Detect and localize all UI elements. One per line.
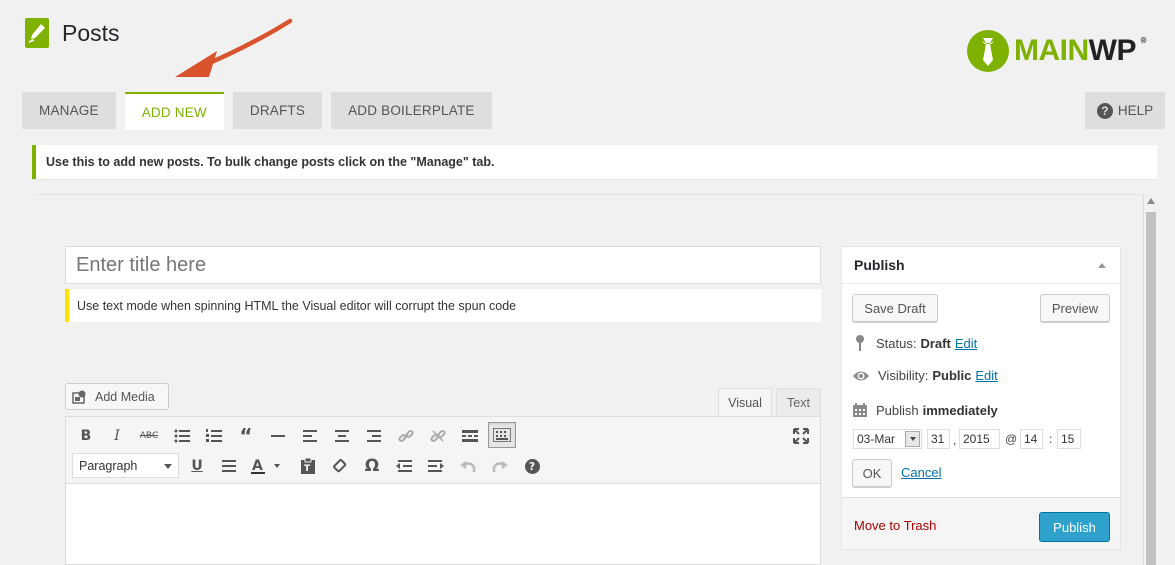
text-color-icon[interactable]: A [246,453,286,479]
annotation-arrow-icon [175,18,293,77]
schedule-row: Publish immediately [852,402,998,418]
collapse-arrow-icon[interactable] [1098,263,1106,268]
day-input[interactable]: 31 [927,429,950,449]
tab-add-new[interactable]: ADD NEW [124,92,224,130]
post-title-input[interactable]: Enter title here [65,246,821,284]
pen-icon [25,18,49,48]
toolbar-toggle-icon[interactable] [488,422,516,448]
format-select-value: Paragraph [79,458,138,473]
bold-icon[interactable]: B [73,423,99,449]
svg-text:A: A [252,458,263,474]
publish-button[interactable]: Publish [1039,512,1110,542]
registered-mark: ® [1140,36,1147,45]
page-title: Posts [62,19,120,46]
clear-formatting-icon[interactable] [327,453,353,479]
status-edit-link[interactable]: Edit [955,336,977,351]
info-notice: Use this to add new posts. To bulk chang… [32,145,1157,179]
hour-input[interactable]: 14 [1020,429,1043,449]
status-value: Draft [920,335,951,351]
time-separator: : [1049,432,1053,446]
special-character-icon[interactable]: Ω [359,453,385,479]
numbered-list-icon[interactable] [201,423,227,449]
fullscreen-icon[interactable] [788,423,814,449]
align-right-icon[interactable] [361,423,387,449]
date-separator: , [953,433,957,447]
move-to-trash-link[interactable]: Move to Trash [854,518,936,533]
undo-icon[interactable] [455,453,481,479]
ok-button[interactable]: OK [852,459,892,487]
visibility-value: Public [932,368,972,383]
svg-text:T: T [304,464,311,474]
strikethrough-icon[interactable]: ABC [136,423,162,449]
visibility-row: Visibility: Public Edit [852,368,998,383]
align-left-icon[interactable] [297,423,323,449]
media-icon [72,390,86,404]
scroll-up-arrow-icon[interactable] [1147,198,1155,204]
unlink-icon[interactable] [425,423,451,449]
logo-wp-text: WP [1088,34,1137,67]
tab-bar: MANAGE ADD NEW DRAFTS ADD BOILERPLATE [22,92,501,130]
at-separator: @ [1005,432,1018,446]
indent-icon[interactable] [423,453,449,479]
justify-icon[interactable] [216,453,242,479]
publish-footer: Move to Trash Publish [842,497,1120,549]
help-tab[interactable]: ? HELP [1085,92,1165,129]
underline-icon[interactable]: U [184,453,210,479]
status-row: Status: Draft Edit [852,334,977,352]
tab-drafts[interactable]: DRAFTS [232,92,323,129]
help-label: HELP [1117,103,1154,118]
bullet-list-icon[interactable] [169,423,195,449]
tie-icon [967,30,1009,72]
status-label: Status: [876,335,917,351]
format-select[interactable]: Paragraph [72,453,179,478]
preview-button[interactable]: Preview [1040,294,1110,322]
visibility-edit-link[interactable]: Edit [975,368,997,383]
question-icon: ? [1096,102,1113,119]
publish-timing: immediately [922,402,998,418]
italic-icon[interactable]: I [104,423,130,449]
year-input[interactable]: 2015 [959,429,1000,449]
pin-icon [856,335,864,351]
read-more-icon[interactable] [457,423,483,449]
redo-icon[interactable] [487,453,513,479]
save-draft-button[interactable]: Save Draft [852,294,938,322]
publish-label: Publish [876,402,919,418]
outdent-icon[interactable] [391,453,417,479]
tab-add-boilerplate[interactable]: ADD BOILERPLATE [331,92,492,129]
content-editor[interactable]: B I ABC “ Paragraph U A T Ω ? [65,416,821,565]
chevron-down-icon [164,464,172,469]
chevron-down-icon [905,431,920,447]
spinning-warning: Use text mode when spinning HTML the Vis… [65,289,821,322]
visibility-label: Visibility: [878,368,929,383]
add-media-label: Add Media [95,389,155,404]
publish-box-header[interactable]: Publish [842,247,1120,284]
paste-text-icon[interactable]: T [295,453,321,479]
publish-box-title: Publish [854,257,905,273]
tab-manage[interactable]: MANAGE [22,92,116,129]
blockquote-icon[interactable]: “ [233,423,259,449]
page-header: Posts [25,18,120,48]
eye-icon [853,371,869,380]
align-center-icon[interactable] [329,423,355,449]
horizontal-rule-icon[interactable] [265,423,291,449]
scroll-thumb[interactable] [1146,212,1156,565]
minute-input[interactable]: 15 [1057,429,1081,449]
add-media-button[interactable]: Add Media [65,383,169,410]
month-value: 03-Mar [857,432,896,446]
logo-main-text: MAIN [1014,34,1089,67]
cancel-link[interactable]: Cancel [901,465,941,480]
visual-tab[interactable]: Visual [718,388,772,417]
link-icon[interactable] [393,423,419,449]
calendar-icon [853,403,867,417]
text-tab[interactable]: Text [776,388,821,417]
month-select[interactable]: 03-Mar [853,429,922,449]
keyboard-help-icon[interactable]: ? [519,453,545,479]
publish-box: Publish Save Draft Preview Status: Draft… [841,246,1121,550]
mainwp-logo: MAINWP ® [967,30,1147,72]
editor-toolbar: B I ABC “ Paragraph U A T Ω ? [66,417,820,484]
